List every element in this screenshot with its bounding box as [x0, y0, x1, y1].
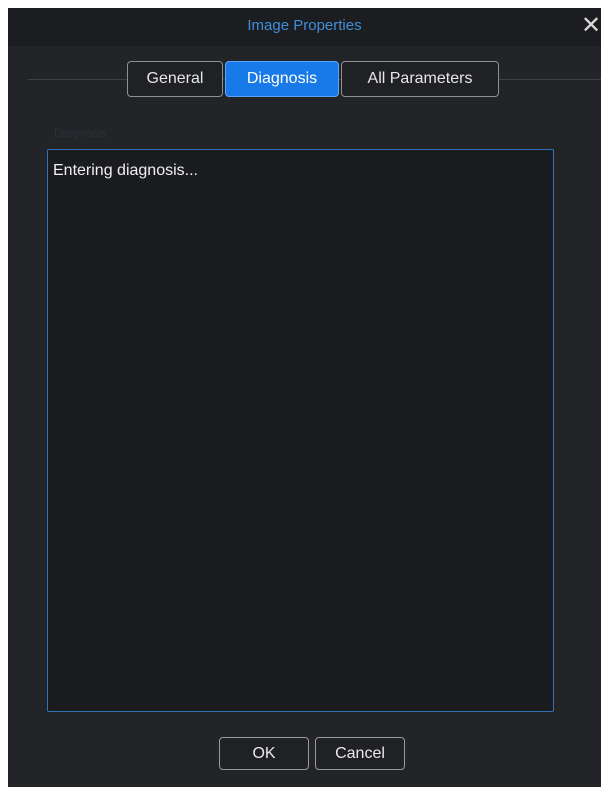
tab-diagnosis[interactable]: Diagnosis [225, 61, 339, 97]
tab-all-parameters[interactable]: All Parameters [341, 61, 499, 97]
ok-button[interactable]: OK [219, 737, 309, 770]
diagnosis-section-label: Diagnosis [54, 126, 107, 140]
tab-bar: General Diagnosis All Parameters [127, 61, 499, 97]
title-bar: Image Properties ✕ [8, 8, 601, 46]
tab-general[interactable]: General [127, 61, 223, 97]
cancel-button[interactable]: Cancel [315, 737, 405, 770]
close-icon[interactable]: ✕ [581, 14, 601, 38]
image-properties-dialog: Image Properties ✕ General Diagnosis All… [8, 8, 601, 787]
dialog-buttons: OK Cancel [219, 737, 405, 770]
dialog-title: Image Properties [247, 17, 362, 34]
diagnosis-text-area[interactable]: Entering diagnosis... [47, 149, 554, 712]
